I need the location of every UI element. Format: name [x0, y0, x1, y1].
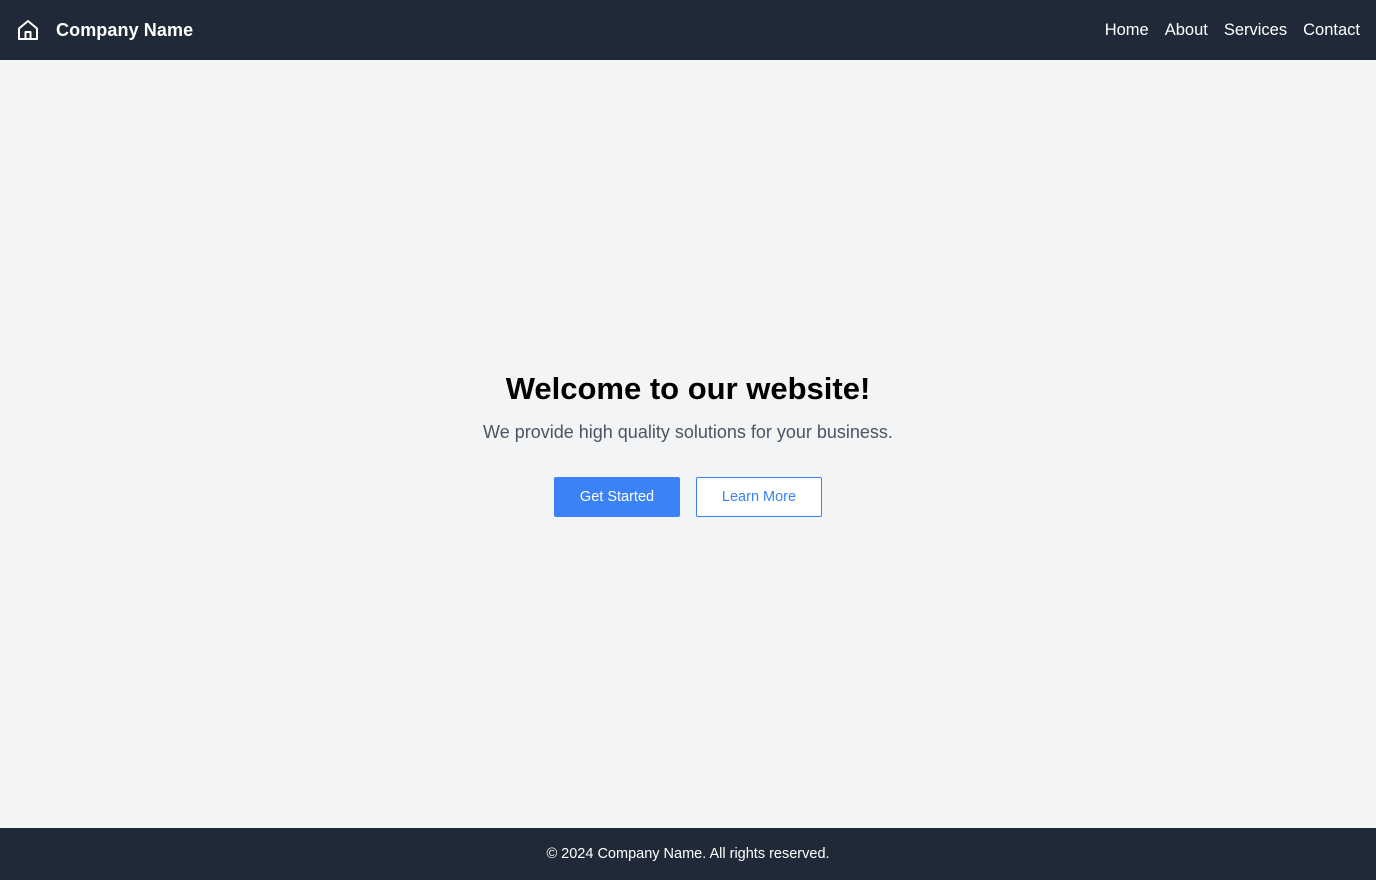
brand[interactable]: Company Name — [16, 18, 193, 42]
page-footer: © 2024 Company Name. All rights reserved… — [0, 828, 1376, 880]
hero-buttons: Get Started Learn More — [554, 477, 822, 517]
hero-subtitle: We provide high quality solutions for yo… — [483, 422, 893, 442]
brand-name[interactable]: Company Name — [56, 20, 193, 41]
hero-section: Welcome to our website! We provide high … — [0, 60, 1376, 828]
home-icon[interactable] — [16, 18, 40, 42]
learn-more-button[interactable]: Learn More — [696, 477, 822, 517]
main-nav: Home About Services Contact — [1105, 21, 1360, 40]
nav-link-contact[interactable]: Contact — [1303, 21, 1360, 40]
nav-link-about[interactable]: About — [1165, 21, 1208, 40]
get-started-button[interactable]: Get Started — [554, 477, 680, 517]
top-navbar: Company Name Home About Services Contact — [0, 0, 1376, 60]
nav-link-home[interactable]: Home — [1105, 21, 1149, 40]
nav-link-services[interactable]: Services — [1224, 21, 1287, 40]
copyright-text: © 2024 Company Name. All rights reserved… — [546, 846, 830, 862]
hero-title: Welcome to our website! — [505, 371, 871, 406]
